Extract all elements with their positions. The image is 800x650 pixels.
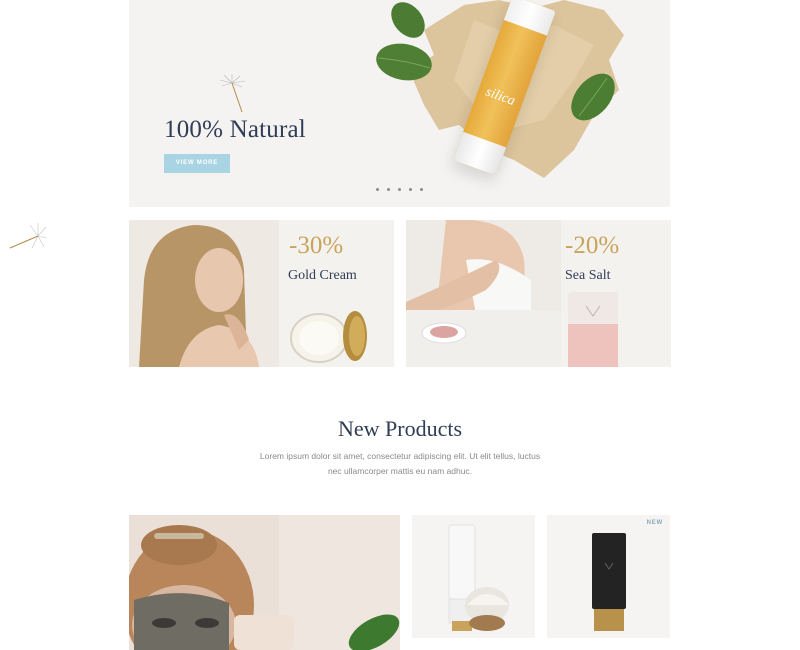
promo-card-sea-salt[interactable]: -20% Sea Salt (406, 220, 671, 367)
product-card[interactable]: NEW (547, 515, 670, 638)
hero-slider: 100% Natural VIEW MORE silica (129, 0, 670, 207)
leaf-image (376, 43, 432, 81)
slider-pagination (376, 188, 423, 191)
model-shoulder-image (406, 220, 561, 367)
tube-brand-label: silica (483, 84, 518, 110)
product-black-tube-image (592, 533, 626, 631)
slider-dot-icon[interactable] (387, 188, 390, 191)
slider-dot-icon[interactable] (409, 188, 412, 191)
face-mask-model-image (129, 515, 400, 650)
section-description: Lorem ipsum dolor sit amet, consectetur … (250, 449, 550, 479)
sea-salt-bag-image (568, 292, 618, 367)
promo-discount: -20% (565, 232, 620, 259)
section-description-line: Lorem ipsum dolor sit amet, consectetur … (259, 451, 541, 461)
product-badge: NEW (646, 520, 663, 526)
product-tube-brush-image (448, 524, 509, 631)
promo-label: Gold Cream (288, 268, 357, 283)
slider-dot-icon[interactable] (398, 188, 401, 191)
product-card[interactable] (412, 515, 535, 638)
leaf-image (571, 73, 615, 121)
dandelion-icon (9, 223, 48, 249)
slider-dot-icon[interactable] (420, 188, 423, 191)
dandelion-icon (219, 74, 246, 113)
featured-product-image[interactable] (129, 515, 400, 650)
promo-discount: -30% (289, 232, 344, 259)
leaf-image (391, 2, 425, 38)
promo-card-gold-cream[interactable]: -30% Gold Cream (129, 220, 394, 367)
section-title: New Products (337, 416, 463, 441)
promo-label: Sea Salt (565, 268, 611, 283)
section-description-line: nec ullamcorper mattis eu nam adhuc. (327, 466, 473, 476)
model-portrait-image (129, 220, 279, 367)
view-more-button[interactable]: VIEW MORE (164, 154, 230, 173)
cream-jar-image (290, 311, 367, 363)
hero-title: 100% Natural (164, 116, 306, 143)
slider-dot-icon[interactable] (376, 188, 379, 191)
